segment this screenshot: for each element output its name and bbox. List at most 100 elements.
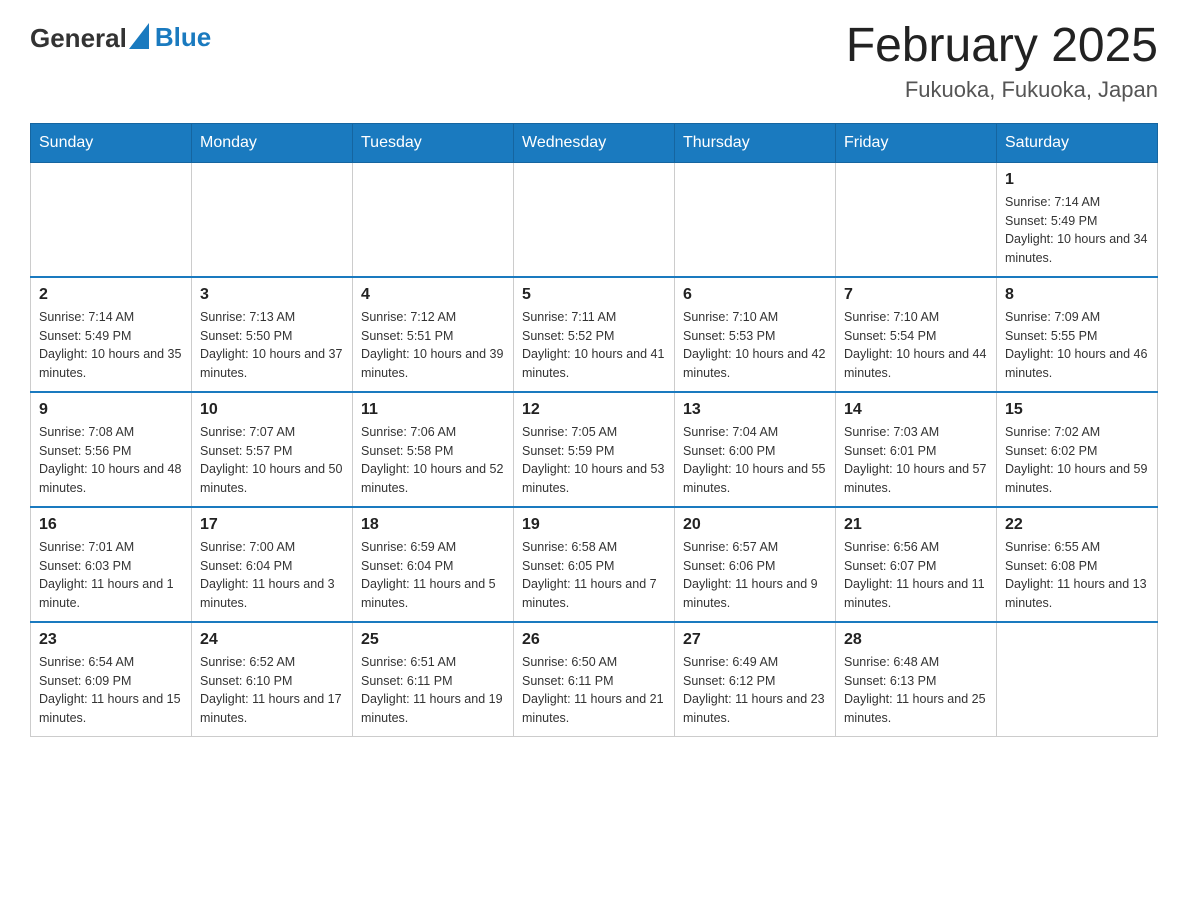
sunrise-text: Sunrise: 6:51 AM bbox=[361, 653, 505, 672]
day-number: 19 bbox=[522, 516, 666, 534]
logo-triangle-icon bbox=[129, 23, 149, 49]
day-number: 14 bbox=[844, 401, 988, 419]
day-number: 21 bbox=[844, 516, 988, 534]
day-info: Sunrise: 6:55 AMSunset: 6:08 PMDaylight:… bbox=[1005, 538, 1149, 613]
sunrise-text: Sunrise: 7:03 AM bbox=[844, 423, 988, 442]
calendar-day-cell bbox=[31, 162, 192, 277]
day-info: Sunrise: 6:54 AMSunset: 6:09 PMDaylight:… bbox=[39, 653, 183, 728]
sunset-text: Sunset: 5:52 PM bbox=[522, 327, 666, 346]
day-number: 25 bbox=[361, 631, 505, 649]
day-info: Sunrise: 7:08 AMSunset: 5:56 PMDaylight:… bbox=[39, 423, 183, 498]
day-number: 6 bbox=[683, 286, 827, 304]
day-info: Sunrise: 6:48 AMSunset: 6:13 PMDaylight:… bbox=[844, 653, 988, 728]
sunrise-text: Sunrise: 6:59 AM bbox=[361, 538, 505, 557]
day-info: Sunrise: 6:50 AMSunset: 6:11 PMDaylight:… bbox=[522, 653, 666, 728]
calendar-week-row: 9Sunrise: 7:08 AMSunset: 5:56 PMDaylight… bbox=[31, 392, 1158, 507]
day-info: Sunrise: 7:12 AMSunset: 5:51 PMDaylight:… bbox=[361, 308, 505, 383]
sunset-text: Sunset: 6:02 PM bbox=[1005, 442, 1149, 461]
day-info: Sunrise: 6:51 AMSunset: 6:11 PMDaylight:… bbox=[361, 653, 505, 728]
calendar-header-tuesday: Tuesday bbox=[353, 123, 514, 162]
day-info: Sunrise: 6:49 AMSunset: 6:12 PMDaylight:… bbox=[683, 653, 827, 728]
logo-general-text: General bbox=[30, 25, 127, 51]
logo-blue-text: Blue bbox=[155, 22, 211, 52]
day-number: 27 bbox=[683, 631, 827, 649]
sunset-text: Sunset: 5:49 PM bbox=[39, 327, 183, 346]
daylight-text: Daylight: 11 hours and 9 minutes. bbox=[683, 575, 827, 613]
calendar-day-cell bbox=[514, 162, 675, 277]
day-info: Sunrise: 7:01 AMSunset: 6:03 PMDaylight:… bbox=[39, 538, 183, 613]
calendar-day-cell: 22Sunrise: 6:55 AMSunset: 6:08 PMDayligh… bbox=[997, 507, 1158, 622]
daylight-text: Daylight: 11 hours and 21 minutes. bbox=[522, 690, 666, 728]
daylight-text: Daylight: 10 hours and 42 minutes. bbox=[683, 345, 827, 383]
daylight-text: Daylight: 10 hours and 48 minutes. bbox=[39, 460, 183, 498]
sunset-text: Sunset: 6:04 PM bbox=[200, 557, 344, 576]
calendar-header-thursday: Thursday bbox=[675, 123, 836, 162]
daylight-text: Daylight: 11 hours and 23 minutes. bbox=[683, 690, 827, 728]
sunrise-text: Sunrise: 7:11 AM bbox=[522, 308, 666, 327]
sunset-text: Sunset: 6:11 PM bbox=[522, 672, 666, 691]
sunrise-text: Sunrise: 6:54 AM bbox=[39, 653, 183, 672]
daylight-text: Daylight: 10 hours and 41 minutes. bbox=[522, 345, 666, 383]
sunrise-text: Sunrise: 7:01 AM bbox=[39, 538, 183, 557]
sunset-text: Sunset: 5:56 PM bbox=[39, 442, 183, 461]
calendar-day-cell: 23Sunrise: 6:54 AMSunset: 6:09 PMDayligh… bbox=[31, 622, 192, 737]
calendar-day-cell: 13Sunrise: 7:04 AMSunset: 6:00 PMDayligh… bbox=[675, 392, 836, 507]
calendar-day-cell: 16Sunrise: 7:01 AMSunset: 6:03 PMDayligh… bbox=[31, 507, 192, 622]
calendar-day-cell: 8Sunrise: 7:09 AMSunset: 5:55 PMDaylight… bbox=[997, 277, 1158, 392]
daylight-text: Daylight: 10 hours and 46 minutes. bbox=[1005, 345, 1149, 383]
day-info: Sunrise: 7:11 AMSunset: 5:52 PMDaylight:… bbox=[522, 308, 666, 383]
calendar-day-cell: 18Sunrise: 6:59 AMSunset: 6:04 PMDayligh… bbox=[353, 507, 514, 622]
calendar-day-cell bbox=[353, 162, 514, 277]
daylight-text: Daylight: 11 hours and 1 minute. bbox=[39, 575, 183, 613]
sunset-text: Sunset: 5:54 PM bbox=[844, 327, 988, 346]
sunrise-text: Sunrise: 7:07 AM bbox=[200, 423, 344, 442]
day-number: 4 bbox=[361, 286, 505, 304]
day-info: Sunrise: 6:59 AMSunset: 6:04 PMDaylight:… bbox=[361, 538, 505, 613]
calendar-day-cell: 28 Sunrise: 6:48 AMSunset: 6:13 PMDayligh… bbox=[836, 622, 997, 737]
sunrise-text: Sunrise: 7:10 AM bbox=[683, 308, 827, 327]
sunset-text: Sunset: 5:53 PM bbox=[683, 327, 827, 346]
calendar-day-cell: 24Sunrise: 6:52 AMSunset: 6:10 PMDayligh… bbox=[192, 622, 353, 737]
sunrise-text: Sunrise: 7:14 AM bbox=[39, 308, 183, 327]
sunrise-text: Sunrise: 7:14 AM bbox=[1005, 193, 1149, 212]
calendar-header-saturday: Saturday bbox=[997, 123, 1158, 162]
sunrise-text: Sunrise: 7:02 AM bbox=[1005, 423, 1149, 442]
daylight-text: Daylight: 11 hours and 7 minutes. bbox=[522, 575, 666, 613]
calendar-day-cell: 15Sunrise: 7:02 AMSunset: 6:02 PMDayligh… bbox=[997, 392, 1158, 507]
sunrise-text: Sunrise: 7:05 AM bbox=[522, 423, 666, 442]
calendar-table: SundayMondayTuesdayWednesdayThursdayFrid… bbox=[30, 123, 1158, 737]
sunrise-text: Sunrise: 7:04 AM bbox=[683, 423, 827, 442]
day-number: 28 bbox=[844, 631, 988, 649]
day-info: Sunrise: 7:05 AMSunset: 5:59 PMDaylight:… bbox=[522, 423, 666, 498]
sunrise-text: Sunrise: 7:08 AM bbox=[39, 423, 183, 442]
calendar-day-cell: 2 Sunrise: 7:14 AMSunset: 5:49 PMDaylight… bbox=[31, 277, 192, 392]
sunset-text: Sunset: 6:06 PM bbox=[683, 557, 827, 576]
day-info: Sunrise: 7:13 AMSunset: 5:50 PMDaylight:… bbox=[200, 308, 344, 383]
calendar-header-monday: Monday bbox=[192, 123, 353, 162]
calendar-day-cell: 11Sunrise: 7:06 AMSunset: 5:58 PMDayligh… bbox=[353, 392, 514, 507]
calendar-day-cell: 3 Sunrise: 7:13 AMSunset: 5:50 PMDaylight… bbox=[192, 277, 353, 392]
day-info: Sunrise: 7:09 AMSunset: 5:55 PMDaylight:… bbox=[1005, 308, 1149, 383]
calendar-day-cell bbox=[675, 162, 836, 277]
logo: General Blue bbox=[30, 20, 211, 53]
daylight-text: Daylight: 10 hours and 35 minutes. bbox=[39, 345, 183, 383]
sunrise-text: Sunrise: 6:48 AM bbox=[844, 653, 988, 672]
calendar-day-cell bbox=[192, 162, 353, 277]
sunset-text: Sunset: 5:50 PM bbox=[200, 327, 344, 346]
day-number: 2 bbox=[39, 286, 183, 304]
daylight-text: Daylight: 11 hours and 25 minutes. bbox=[844, 690, 988, 728]
day-number: 11 bbox=[361, 401, 505, 419]
day-number: 17 bbox=[200, 516, 344, 534]
sunset-text: Sunset: 6:01 PM bbox=[844, 442, 988, 461]
sunrise-text: Sunrise: 6:50 AM bbox=[522, 653, 666, 672]
calendar-day-cell: 21 Sunrise: 6:56 AMSunset: 6:07 PMDayligh… bbox=[836, 507, 997, 622]
calendar-title: February 2025 bbox=[846, 20, 1158, 73]
daylight-text: Daylight: 11 hours and 3 minutes. bbox=[200, 575, 344, 613]
day-number: 1 bbox=[1005, 171, 1149, 189]
day-number: 3 bbox=[200, 286, 344, 304]
sunset-text: Sunset: 6:13 PM bbox=[844, 672, 988, 691]
day-info: Sunrise: 6:58 AMSunset: 6:05 PMDaylight:… bbox=[522, 538, 666, 613]
sunrise-text: Sunrise: 7:10 AM bbox=[844, 308, 988, 327]
day-info: Sunrise: 6:57 AMSunset: 6:06 PMDaylight:… bbox=[683, 538, 827, 613]
day-info: Sunrise: 6:56 AMSunset: 6:07 PMDaylight:… bbox=[844, 538, 988, 613]
